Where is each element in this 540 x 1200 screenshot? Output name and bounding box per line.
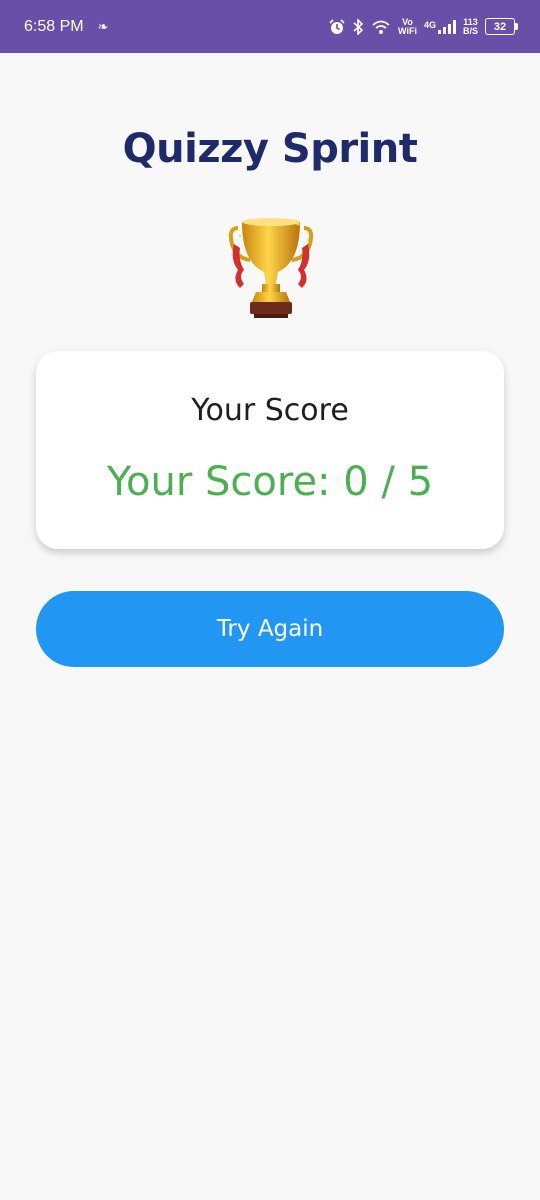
volte-indicator: Vo WiFi — [398, 17, 417, 36]
try-again-button[interactable]: Try Again — [36, 591, 504, 667]
network-type: 4G — [423, 19, 436, 30]
trophy-icon — [228, 218, 314, 318]
data-speed: 113 B/S — [462, 17, 478, 36]
network-indicator: 4G — [423, 19, 456, 34]
battery-icon: 32 — [485, 18, 518, 35]
score-card: Your Score Your Score: 0 / 5 — [36, 351, 504, 549]
status-time: 6:58 PM — [24, 17, 84, 35]
wifi-icon — [372, 20, 390, 34]
speed-unit: B/S — [462, 25, 478, 36]
volte-bottom: WiFi — [398, 25, 417, 36]
bluetooth-icon — [353, 18, 364, 35]
status-left: 6:58 PM ❧ — [24, 18, 109, 36]
score-heading: Your Score — [191, 393, 349, 428]
score-value: Your Score: 0 / 5 — [106, 459, 434, 505]
app-title: Quizzy Sprint — [122, 126, 418, 172]
status-right: Vo WiFi 4G 113 B/S 32 — [329, 17, 518, 36]
battery-level: 32 — [485, 18, 515, 35]
status-bar: 6:58 PM ❧ Vo WiFi 4G 113 B/S 32 — [0, 0, 540, 53]
notification-icon: ❧ — [97, 18, 109, 34]
alarm-icon — [329, 18, 345, 34]
signal-icon — [437, 19, 456, 34]
